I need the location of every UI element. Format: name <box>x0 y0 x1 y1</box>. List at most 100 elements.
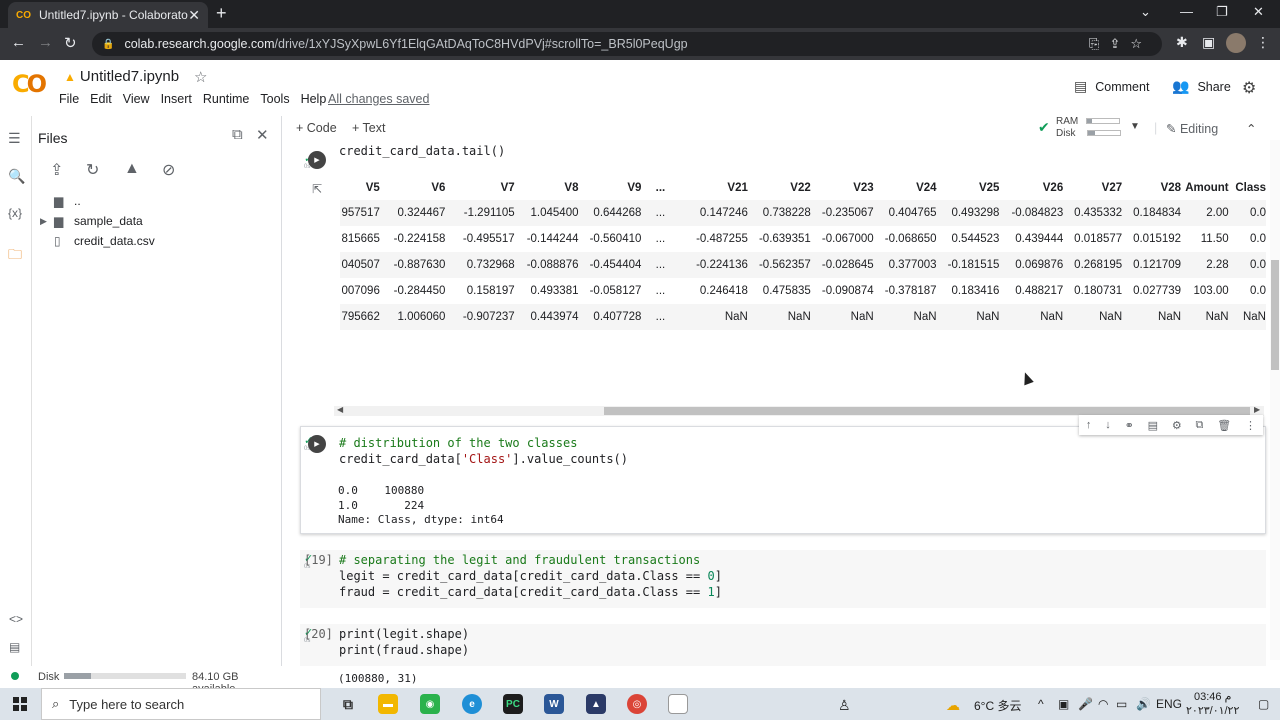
windows-start-icon[interactable] <box>13 697 27 711</box>
wifi-icon[interactable]: ◠ <box>1098 697 1108 711</box>
code-line[interactable]: credit_card_data.tail() <box>339 143 505 159</box>
back-icon[interactable]: ← <box>11 34 26 51</box>
code-block[interactable]: # separating the legit and fraudulent tr… <box>339 552 722 600</box>
add-text-button[interactable]: + Text <box>352 121 385 135</box>
link-icon[interactable]: ⚭ <box>1125 419 1134 432</box>
close-tab-icon[interactable]: ✕ <box>188 7 200 24</box>
code-block[interactable]: # distribution of the two classes credit… <box>339 435 628 467</box>
comment-cell-icon[interactable]: ▤ <box>1148 419 1158 432</box>
delete-cell-icon[interactable]: 🗑 <box>1217 419 1231 432</box>
chrome-icon[interactable]: ◎ <box>627 694 647 714</box>
menu-insert[interactable]: Insert <box>161 92 192 106</box>
upload-file-icon[interactable]: ⇪ <box>50 160 63 180</box>
word-icon[interactable]: W <box>544 694 564 714</box>
table-cell: 0.407728 <box>578 304 642 330</box>
extensions-icon[interactable]: ✱ <box>1176 34 1188 51</box>
code-cell-shape[interactable]: ✓ 0s [20] print(legit.shape) print(fraud… <box>300 626 1266 688</box>
notebook-vertical-scrollbar[interactable] <box>1270 140 1280 660</box>
resources-dropdown-icon[interactable]: ▼ <box>1130 121 1140 132</box>
share-button[interactable]: 👥 Share <box>1172 78 1231 95</box>
mount-drive-icon[interactable]: ▲ <box>124 160 140 178</box>
star-icon[interactable]: ☆ <box>194 68 207 86</box>
show-hidden-icons[interactable]: ^ <box>1038 697 1044 711</box>
pycharm-icon[interactable]: PC <box>503 694 523 714</box>
code-cell-distribution[interactable]: ✓ 0s ▶ # distribution of the two classes… <box>300 434 1266 534</box>
sidepanel-icon[interactable]: ▣ <box>1202 34 1215 51</box>
move-up-icon[interactable]: ↑ <box>1086 419 1092 431</box>
hide-files-icon[interactable]: ⊘ <box>162 160 175 180</box>
mirror-cell-icon[interactable]: ⧉ <box>1196 419 1204 432</box>
volume-icon[interactable]: 🔊 <box>1136 697 1151 711</box>
task-view-icon[interactable]: ⧉ <box>338 694 358 714</box>
settings-gear-icon[interactable]: ⚙ <box>1242 78 1256 98</box>
close-panel-icon[interactable]: ✕ <box>256 126 269 144</box>
browser-tab[interactable]: CO Untitled7.ipynb - Colaboratory ✕ <box>8 2 208 28</box>
people-icon[interactable]: ♙ <box>838 697 851 714</box>
url-field[interactable]: 🔒 colab.research.google.com/drive/1xYJSy… <box>92 32 1162 56</box>
code-cell-tail[interactable]: ✓ 0s ▶ credit_card_data.tail() ⇱ V5V6V7V… <box>300 140 1266 440</box>
notebook-title[interactable]: ▲ Untitled7.ipynb <box>64 68 179 85</box>
terminal-icon[interactable]: ▤ <box>9 640 20 654</box>
notifications-icon[interactable]: ▢ <box>1258 697 1269 711</box>
scroll-thumb[interactable] <box>1271 260 1279 370</box>
close-window-icon[interactable]: ✕ <box>1253 4 1264 20</box>
output-icon[interactable]: ⇱ <box>312 182 322 196</box>
tree-item-credit-data[interactable]: ▯ credit_data.csv <box>40 234 155 248</box>
scroll-right-icon[interactable]: ▶ <box>1254 405 1260 414</box>
code-cell-split[interactable]: ✓ 0s [19] # separating the legit and fra… <box>300 552 1266 608</box>
menu-runtime[interactable]: Runtime <box>203 92 250 106</box>
code-block[interactable]: print(legit.shape) print(fraud.shape) <box>339 626 469 658</box>
cell-more-icon[interactable]: ⋮ <box>1245 419 1256 432</box>
table-of-contents-icon[interactable]: ☰ <box>8 130 21 147</box>
forward-icon[interactable]: → <box>38 34 53 51</box>
tray-app-icon[interactable]: ▣ <box>1058 697 1069 711</box>
cell-settings-icon[interactable]: ⚙ <box>1172 419 1182 432</box>
notepad-icon[interactable] <box>668 694 688 714</box>
files-folder-icon[interactable]: 🗀 <box>8 244 22 268</box>
edge-browser-icon[interactable]: e <box>462 694 482 714</box>
more-icon[interactable]: ⋮ <box>1256 34 1270 51</box>
language-indicator[interactable]: ENG <box>1156 697 1182 711</box>
file-explorer-icon[interactable]: ▬ <box>378 694 398 714</box>
maximize-icon[interactable]: ❐ <box>1216 4 1228 20</box>
run-cell-button[interactable]: ▶ <box>308 435 326 453</box>
tray-app-icon[interactable]: 🎤 <box>1078 697 1093 711</box>
avatar[interactable] <box>1226 33 1246 53</box>
save-status[interactable]: All changes saved <box>328 92 429 106</box>
menu-help[interactable]: Help <box>301 92 327 106</box>
menu-view[interactable]: View <box>123 92 150 106</box>
menu-file[interactable]: File <box>59 92 79 106</box>
table-cell: NaN <box>1181 304 1229 330</box>
variables-icon[interactable]: {x} <box>8 206 22 220</box>
battery-icon[interactable]: ▭ <box>1116 697 1127 711</box>
tree-item-sample-data[interactable]: ▶ ▆ sample_data <box>40 214 143 228</box>
app-icon[interactable]: ▲ <box>586 694 606 714</box>
comment-button[interactable]: ▤ Comment <box>1074 78 1149 95</box>
reload-icon[interactable]: ↻ <box>64 34 77 52</box>
scroll-thumb[interactable] <box>604 407 1250 415</box>
weather-text[interactable]: 6°C 多云 <box>974 697 1021 714</box>
editing-toggle[interactable]: ✎ Editing <box>1166 121 1218 136</box>
colab-logo[interactable]: CO <box>12 70 47 98</box>
new-tab-icon[interactable]: + <box>216 4 227 22</box>
collapse-header-icon[interactable]: ⌃ <box>1246 121 1256 136</box>
code-snippets-icon[interactable]: <> <box>9 612 23 626</box>
wechat-icon[interactable]: ◉ <box>420 694 440 714</box>
minimize-icon[interactable]: — <box>1180 4 1193 19</box>
chevron-down-icon[interactable]: ⌄ <box>1140 4 1151 20</box>
menu-tools[interactable]: Tools <box>260 92 289 106</box>
open-in-tab-icon[interactable]: ⧉ <box>232 126 243 143</box>
run-cell-button[interactable]: ▶ <box>308 151 326 169</box>
search-icon[interactable]: 🔍 <box>8 168 25 185</box>
tree-item-parent[interactable]: ▆ .. <box>40 194 81 208</box>
add-code-button[interactable]: + Code <box>296 121 337 135</box>
scroll-left-icon[interactable]: ◀ <box>337 405 343 414</box>
expand-caret-icon[interactable]: ▶ <box>40 216 54 227</box>
resources-indicator[interactable]: RAM Disk <box>1056 116 1122 140</box>
refresh-folder-icon[interactable]: ↻ <box>86 160 99 180</box>
move-down-icon[interactable]: ↓ <box>1105 419 1111 431</box>
taskbar-clock[interactable]: 03:46 م ٢٠٢٣/٠١/٢٢ <box>1186 690 1239 718</box>
taskbar-search-box[interactable]: ⌕ Type here to search <box>41 688 321 720</box>
omnibox-actions[interactable]: ⎘⇪☆ <box>1089 36 1152 52</box>
menu-edit[interactable]: Edit <box>90 92 112 106</box>
